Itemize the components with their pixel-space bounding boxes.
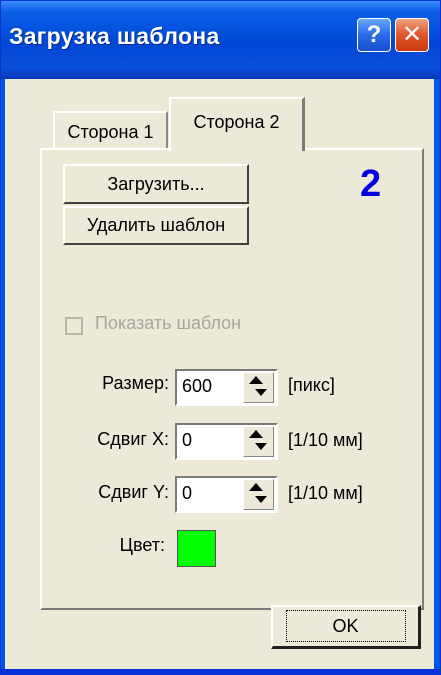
spin-up-icon[interactable]: [249, 483, 263, 491]
delete-template-label: Удалить шаблон: [86, 215, 226, 235]
window-title: Загрузка шаблона: [9, 23, 220, 49]
show-template-checkbox[interactable]: [65, 317, 83, 335]
shift-y-unit: [1/10 мм]: [288, 483, 363, 503]
window-bottom-border: [1, 669, 440, 675]
spin-up-icon[interactable]: [249, 376, 263, 384]
close-icon: ✕: [401, 21, 423, 48]
ok-button-label: OK: [285, 610, 406, 642]
shift-y-value[interactable]: 0: [182, 483, 192, 504]
shift-x-label: Сдвиг X:: [97, 429, 169, 449]
close-button[interactable]: ✕: [395, 18, 429, 52]
help-icon: ?: [366, 21, 382, 48]
spin-down-icon[interactable]: [255, 389, 267, 396]
shift-x-spin-buttons[interactable]: [243, 426, 274, 457]
color-label: Цвет:: [119, 535, 165, 555]
shift-x-unit: [1/10 мм]: [288, 430, 363, 450]
shift-y-spin-buttons[interactable]: [243, 479, 274, 510]
load-button-label: Загрузить...: [107, 174, 205, 194]
side-number-indicator: 2: [360, 163, 382, 205]
dialog-window: Загрузка шаблона ? ✕ Сторона 1 Сторона 2…: [0, 0, 441, 675]
title-bar[interactable]: Загрузка шаблона ? ✕: [1, 1, 440, 79]
spin-down-icon[interactable]: [255, 496, 267, 503]
load-button[interactable]: Загрузить...: [63, 164, 249, 204]
show-template-label: Показать шаблон: [95, 313, 242, 333]
size-value[interactable]: 600: [182, 376, 212, 397]
spin-down-icon[interactable]: [255, 443, 267, 450]
shift-y-spinbox[interactable]: 0: [175, 476, 278, 513]
shift-x-spinbox[interactable]: 0: [175, 423, 278, 460]
color-swatch[interactable]: [177, 530, 216, 567]
tab-side-1[interactable]: Сторона 1: [53, 111, 168, 149]
ok-button[interactable]: OK: [271, 605, 421, 649]
shift-x-value[interactable]: 0: [182, 430, 192, 451]
tab-side-2[interactable]: Сторона 2: [169, 97, 305, 151]
size-spin-buttons[interactable]: [243, 372, 274, 403]
size-label: Размер:: [102, 373, 169, 393]
shift-y-label: Сдвиг Y:: [98, 482, 169, 502]
help-button[interactable]: ?: [357, 18, 391, 52]
size-spinbox[interactable]: 600: [175, 369, 278, 406]
spin-up-icon[interactable]: [249, 430, 263, 438]
dialog-client-area: Сторона 1 Сторона 2 Загрузить... Удалить…: [5, 79, 434, 669]
delete-template-button[interactable]: Удалить шаблон: [63, 206, 249, 245]
size-unit: [пикс]: [288, 375, 335, 395]
